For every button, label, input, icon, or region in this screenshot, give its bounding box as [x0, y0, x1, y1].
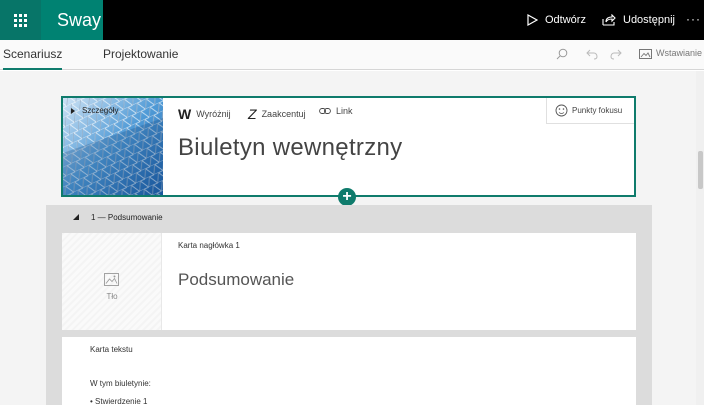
focus-points-button[interactable]: Punkty fokusu [546, 98, 634, 124]
heading-card-label: Karta nagłówka 1 [178, 241, 240, 250]
text-card[interactable]: Karta tekstu W tym biuletynie: • Stwierd… [62, 337, 636, 409]
tab-design[interactable]: Projektowanie [103, 40, 178, 70]
section-1: 1 — Podsumowanie Tło Karta nagłówka 1 Po… [46, 205, 652, 409]
emphasize-icon: W [178, 106, 192, 122]
accent-label: Zaakcentuj [261, 109, 306, 119]
emphasize-button[interactable]: W Wyróżnij [178, 106, 231, 122]
search-icon[interactable] [556, 48, 568, 60]
text-card-intro[interactable]: W tym biuletynie: [90, 379, 151, 388]
text-card-label: Karta tekstu [90, 345, 133, 354]
details-label: Szczegóły [82, 106, 119, 115]
add-card-button[interactable]: + [338, 188, 356, 206]
accent-button[interactable]: Z Zaakcentuj [248, 106, 306, 122]
focus-points-label: Punkty fokusu [572, 106, 623, 115]
link-button[interactable]: Link [319, 106, 353, 116]
insert-label[interactable]: Wstawianie [656, 48, 702, 58]
redo-icon[interactable] [610, 48, 622, 60]
undo-icon[interactable] [586, 48, 598, 60]
heading-card[interactable]: Tło Karta nagłówka 1 Podsumowanie [62, 233, 636, 330]
accent-icon: Z [248, 106, 257, 122]
share-label: Udostępnij [623, 14, 675, 26]
app-name[interactable]: Sway [41, 0, 103, 40]
more-options-button[interactable]: ··· [686, 12, 701, 26]
scrollbar-thumb[interactable] [698, 151, 703, 189]
app-launcher-button[interactable] [0, 0, 41, 40]
heading-title[interactable]: Podsumowanie [178, 270, 294, 290]
play-label: Odtwórz [545, 14, 586, 26]
details-toggle[interactable]: Szczegóły [71, 106, 118, 115]
background-label: Tło [106, 292, 118, 301]
insert-icon[interactable] [639, 48, 652, 60]
play-button[interactable]: Odtwórz [527, 0, 586, 40]
top-bar: Sway Odtwórz Udostępnij ··· [0, 0, 704, 40]
share-button[interactable]: Udostępnij [602, 0, 675, 40]
expand-triangle-icon [71, 107, 75, 114]
link-label: Link [336, 106, 353, 116]
title-card[interactable]: Szczegóły W Wyróżnij Z Zaakcentuj Link P… [61, 96, 636, 197]
vertical-scrollbar[interactable] [696, 71, 704, 405]
tab-storyline[interactable]: Scenariusz [3, 40, 63, 70]
section-header[interactable]: 1 — Podsumowanie [46, 205, 652, 229]
waffle-icon [14, 13, 27, 27]
link-icon [319, 108, 331, 114]
share-icon [602, 14, 616, 26]
section-header-label: 1 — Podsumowanie [91, 212, 163, 222]
play-icon [527, 14, 538, 26]
view-tab-bar: Scenariusz Projektowanie Wstawianie [0, 40, 704, 70]
background-slot[interactable]: Tło [62, 233, 162, 330]
sway-title[interactable]: Biuletyn wewnętrzny [178, 134, 402, 162]
focus-points-icon [555, 104, 568, 117]
image-placeholder-icon [104, 273, 119, 286]
collapse-triangle-icon[interactable] [73, 214, 79, 220]
emphasize-label: Wyróżnij [196, 109, 231, 119]
